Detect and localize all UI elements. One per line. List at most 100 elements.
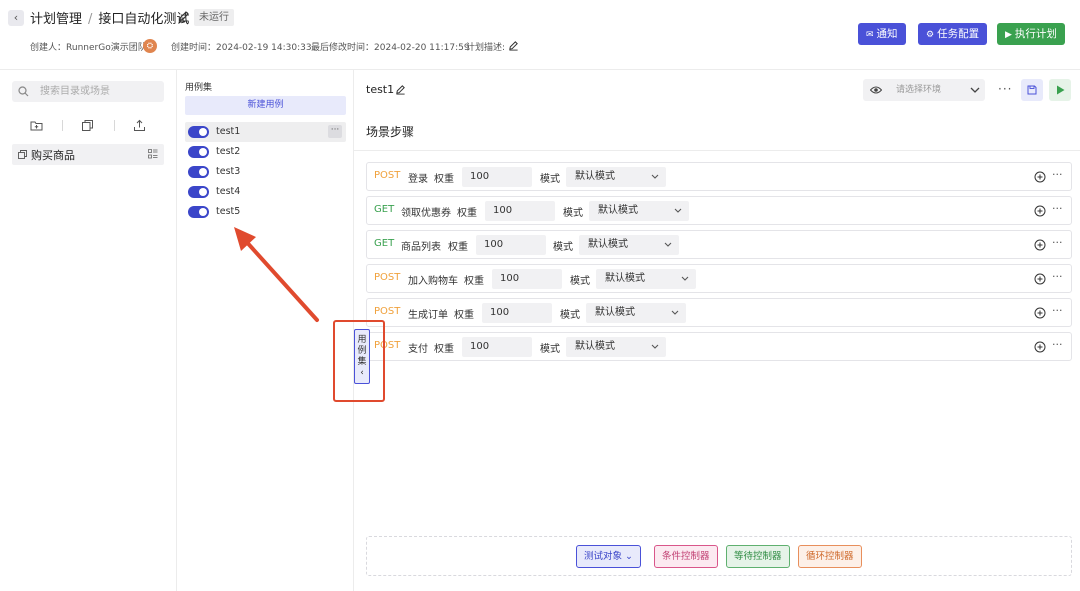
mode-label: 模式 xyxy=(540,344,560,355)
step-row[interactable]: GET 领取优惠券 权重 100 模式 默认模式 ··· xyxy=(366,196,1072,225)
page-header: ‹ 计划管理 / 接口自动化测试 未运行 创建人：RunnerGo演示团队 ⛭ 创建… xyxy=(0,0,1080,70)
weight-input[interactable]: 100 xyxy=(492,269,562,289)
method-badge: POST xyxy=(374,306,401,317)
directory-panel: 搜索目录或场景 购买商品 xyxy=(0,70,177,591)
more-icon[interactable]: ··· xyxy=(1052,270,1063,283)
more-icon[interactable]: ··· xyxy=(1052,168,1063,181)
chevron-down-icon xyxy=(664,242,672,247)
play-icon: ▶ xyxy=(1005,30,1012,40)
back-button[interactable]: ‹ xyxy=(8,10,24,26)
chevron-down-icon xyxy=(674,208,682,213)
copy-icon[interactable] xyxy=(81,119,94,132)
new-case-button[interactable]: 新建用例 xyxy=(185,96,346,115)
weight-label: 权重 xyxy=(434,344,454,355)
wait-controller-button[interactable]: 等待控制器 xyxy=(726,545,790,568)
new-folder-icon[interactable] xyxy=(30,119,43,132)
add-step-icon[interactable] xyxy=(1034,341,1046,353)
run-plan-button[interactable]: ▶ 执行计划 xyxy=(997,23,1065,45)
case-toggle[interactable] xyxy=(188,206,209,218)
edit-description-icon[interactable] xyxy=(508,40,519,51)
edit-scene-icon[interactable] xyxy=(395,84,406,95)
tree-item-menu-icon[interactable] xyxy=(148,149,158,159)
scene-panel: test1 请选择环境 ··· 场景步骤 POST 登录 权重 100 模式 默… xyxy=(354,70,1080,591)
search-input[interactable]: 搜索目录或场景 xyxy=(12,81,164,102)
case-toggle[interactable] xyxy=(188,186,209,198)
case-item[interactable]: test5 xyxy=(185,202,346,222)
case-toggle[interactable] xyxy=(188,126,209,138)
case-item[interactable]: test2 xyxy=(185,142,346,162)
weight-input[interactable]: 100 xyxy=(476,235,546,255)
loop-controller-button[interactable]: 循环控制器 xyxy=(798,545,862,568)
weight-label: 权重 xyxy=(464,276,484,287)
run-scene-button[interactable] xyxy=(1049,79,1071,101)
add-step-icon[interactable] xyxy=(1034,307,1046,319)
weight-input[interactable]: 100 xyxy=(462,167,532,187)
more-icon[interactable]: ··· xyxy=(1052,236,1063,249)
step-name: 生成订单 xyxy=(408,310,448,321)
edit-title-icon[interactable] xyxy=(178,10,190,22)
section-title: 场景步骤 xyxy=(366,125,415,139)
controller-dropzone[interactable]: 测试对象 ⌄ 条件控制器 等待控制器 循环控制器 xyxy=(366,536,1072,576)
avatar: ⛭ xyxy=(143,39,157,53)
weight-label: 权重 xyxy=(434,174,454,185)
case-item[interactable]: test4 xyxy=(185,182,346,202)
case-item[interactable]: test3 xyxy=(185,162,346,182)
mode-select[interactable]: 默认模式 xyxy=(589,201,689,221)
mode-select[interactable]: 默认模式 xyxy=(596,269,696,289)
weight-input[interactable]: 100 xyxy=(462,337,532,357)
status-badge: 未运行 xyxy=(194,9,234,26)
chevron-down-icon xyxy=(651,344,659,349)
more-icon[interactable]: ··· xyxy=(1052,304,1063,317)
chevron-down-icon xyxy=(651,174,659,179)
step-name: 领取优惠券 xyxy=(401,208,451,219)
breadcrumb-parent[interactable]: 计划管理 xyxy=(30,12,82,27)
eye-icon[interactable] xyxy=(870,85,882,95)
gear-icon: ⚙ xyxy=(926,30,935,40)
case-label: test2 xyxy=(216,146,241,157)
case-label: test3 xyxy=(216,166,241,177)
add-step-icon[interactable] xyxy=(1034,273,1046,285)
case-toggle[interactable] xyxy=(188,166,209,178)
step-row[interactable]: GET 商品列表 权重 100 模式 默认模式 ··· xyxy=(366,230,1072,259)
step-row[interactable]: POST 支付 权重 100 模式 默认模式 ··· xyxy=(366,332,1072,361)
annotation-highlight-box xyxy=(333,320,385,402)
step-row[interactable]: POST 生成订单 权重 100 模式 默认模式 ··· xyxy=(366,298,1072,327)
mode-select[interactable]: 默认模式 xyxy=(566,167,666,187)
mode-select[interactable]: 默认模式 xyxy=(566,337,666,357)
divider xyxy=(114,120,115,131)
test-target-button[interactable]: 测试对象 ⌄ xyxy=(576,545,642,568)
method-badge: GET xyxy=(374,204,395,215)
created-meta: 创建时间：2024-02-19 14:30:33 xyxy=(171,43,312,53)
more-icon[interactable]: ··· xyxy=(998,82,1012,96)
import-icon[interactable] xyxy=(133,119,146,132)
modified-meta: 最后修改时间：2024-02-20 11:17:59 xyxy=(311,43,470,53)
case-label: test4 xyxy=(216,186,241,197)
weight-input[interactable]: 100 xyxy=(485,201,555,221)
step-row[interactable]: POST 加入购物车 权重 100 模式 默认模式 ··· xyxy=(366,264,1072,293)
mode-label: 模式 xyxy=(553,242,573,253)
step-row[interactable]: POST 登录 权重 100 模式 默认模式 ··· xyxy=(366,162,1072,191)
case-item[interactable]: test1 ··· xyxy=(185,122,346,142)
add-step-icon[interactable] xyxy=(1034,239,1046,251)
task-config-button[interactable]: ⚙ 任务配置 xyxy=(918,23,988,45)
tree-item-scene[interactable]: 购买商品 xyxy=(12,144,164,165)
method-badge: POST xyxy=(374,170,401,181)
step-name: 登录 xyxy=(408,174,428,185)
add-step-icon[interactable] xyxy=(1034,205,1046,217)
more-icon[interactable]: ··· xyxy=(328,125,342,138)
add-step-icon[interactable] xyxy=(1034,171,1046,183)
case-toggle[interactable] xyxy=(188,146,209,158)
divider xyxy=(354,150,1080,151)
condition-controller-button[interactable]: 条件控制器 xyxy=(654,545,718,568)
more-icon[interactable]: ··· xyxy=(1052,202,1063,215)
save-button[interactable] xyxy=(1021,79,1043,101)
weight-input[interactable]: 100 xyxy=(482,303,552,323)
notify-button[interactable]: ✉ 通知 xyxy=(858,23,906,45)
mode-select[interactable]: 默认模式 xyxy=(586,303,686,323)
more-icon[interactable]: ··· xyxy=(1052,338,1063,351)
case-set-title: 用例集 xyxy=(185,83,213,93)
scene-name: test1 xyxy=(366,83,395,96)
mode-select[interactable]: 默认模式 xyxy=(579,235,679,255)
chevron-down-icon xyxy=(970,87,980,93)
page-title: 接口自动化测试 xyxy=(98,12,190,27)
